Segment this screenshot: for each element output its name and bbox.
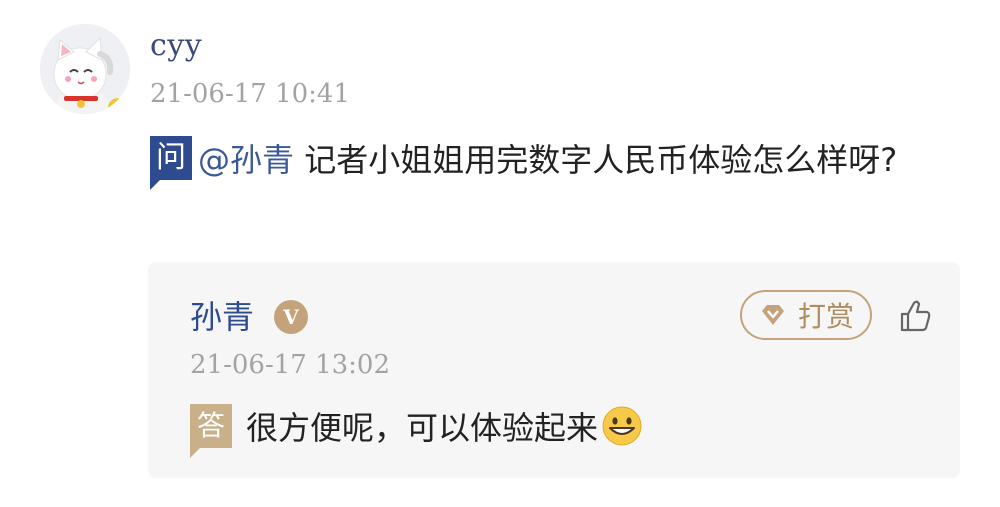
question-text: 记者小姐姐用完数字人民币体验怎么样呀? <box>304 141 898 179</box>
answer-badge: 答 <box>190 404 233 458</box>
reply-card: 孙青 V 打赏 21-06-17 13:02 答 很方便呢，可以体验起来 <box>148 262 960 478</box>
mention-link[interactable]: @孙青 <box>198 141 294 179</box>
reply-timestamp: 21-06-17 13:02 <box>190 350 391 380</box>
question-username[interactable]: cyy <box>150 28 202 63</box>
avatar[interactable] <box>40 24 130 114</box>
question-text-block: 问 @孙青 记者小姐姐用完数字人民币体验怎么样呀? <box>150 136 950 190</box>
lucky-cat-avatar-icon <box>40 24 130 114</box>
reply-author[interactable]: 孙青 <box>190 292 254 338</box>
answer-text-block: 答 很方便呢，可以体验起来 <box>190 404 644 458</box>
question-timestamp: 21-06-17 10:41 <box>150 79 351 109</box>
verified-badge: V <box>274 300 308 334</box>
grinning-face-emoji-icon <box>602 406 642 446</box>
tip-button-label: 打赏 <box>797 300 854 333</box>
diamond-icon <box>761 305 784 325</box>
tip-button[interactable]: 打赏 <box>740 290 872 340</box>
thumbs-up-icon[interactable] <box>894 296 934 336</box>
answer-text: 很方便呢，可以体验起来 <box>246 409 599 447</box>
question-badge: 问 <box>150 136 192 190</box>
